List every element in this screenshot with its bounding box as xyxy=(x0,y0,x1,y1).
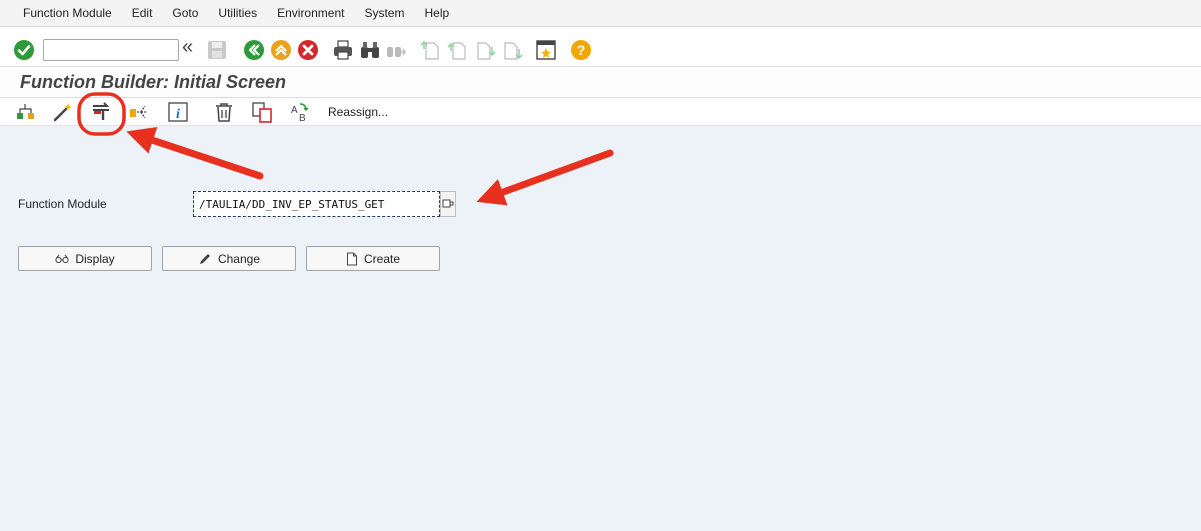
change-button-label: Change xyxy=(217,251,261,266)
standard-toolbar: « ? xyxy=(0,27,1201,67)
menu-edit[interactable]: Edit xyxy=(132,6,153,20)
svg-text:B: B xyxy=(299,113,306,123)
cancel-icon[interactable] xyxy=(297,39,319,61)
glasses-icon xyxy=(55,254,69,263)
find-icon[interactable] xyxy=(359,39,381,61)
function-module-label: Function Module xyxy=(18,197,107,211)
create-button-label: Create xyxy=(363,251,401,266)
svg-text:A: A xyxy=(291,105,298,116)
info-icon[interactable]: i xyxy=(167,101,189,123)
arrow-to-where-used xyxy=(126,127,264,180)
wizard-icon[interactable] xyxy=(52,101,74,123)
rename-icon[interactable]: A B xyxy=(289,101,311,123)
arrow-to-function-module xyxy=(476,149,614,206)
display-button-label: Display xyxy=(75,251,115,266)
function-module-input[interactable] xyxy=(193,191,440,217)
command-field-toggle[interactable]: « xyxy=(182,36,193,59)
value-help-icon xyxy=(442,199,454,208)
command-field[interactable] xyxy=(43,39,179,61)
back-icon[interactable] xyxy=(243,39,265,61)
exit-icon[interactable] xyxy=(270,39,292,61)
copy-icon[interactable] xyxy=(251,101,273,123)
new-document-icon xyxy=(346,252,357,265)
menu-goto[interactable]: Goto xyxy=(172,6,198,20)
menu-bar: Function Module Edit Goto Utilities Envi… xyxy=(0,0,1201,27)
next-page-icon[interactable] xyxy=(474,39,496,61)
application-toolbar: i A B Reassign... xyxy=(0,98,1201,126)
print-icon[interactable] xyxy=(332,39,354,61)
layout-icon[interactable] xyxy=(535,39,557,61)
menu-help[interactable]: Help xyxy=(424,6,449,20)
previous-page-icon[interactable] xyxy=(447,39,469,61)
find-next-icon[interactable] xyxy=(385,39,407,61)
help-icon[interactable]: ? xyxy=(570,39,592,61)
where-used-icon[interactable] xyxy=(90,101,112,123)
save-icon[interactable] xyxy=(206,39,228,61)
menu-system[interactable]: System xyxy=(364,6,404,20)
menu-utilities[interactable]: Utilities xyxy=(218,6,257,20)
change-button[interactable]: Change xyxy=(162,246,296,271)
svg-text:i: i xyxy=(176,107,180,122)
delete-icon[interactable] xyxy=(213,101,235,123)
create-button[interactable]: Create xyxy=(306,246,440,271)
menu-environment[interactable]: Environment xyxy=(277,6,344,20)
menu-function-module[interactable]: Function Module xyxy=(23,6,112,20)
value-help-button[interactable] xyxy=(440,191,456,217)
display-button[interactable]: Display xyxy=(18,246,152,271)
reassign-button[interactable]: Reassign... xyxy=(328,105,388,119)
svg-text:?: ? xyxy=(577,42,586,58)
title-bar: Function Builder: Initial Screen xyxy=(0,67,1201,98)
test-icon[interactable] xyxy=(128,101,150,123)
other-object-icon[interactable] xyxy=(15,101,37,123)
enter-icon[interactable] xyxy=(13,39,35,61)
page-title: Function Builder: Initial Screen xyxy=(20,72,287,92)
first-page-icon[interactable] xyxy=(420,39,442,61)
pencil-icon xyxy=(199,253,210,264)
last-page-icon[interactable] xyxy=(501,39,523,61)
